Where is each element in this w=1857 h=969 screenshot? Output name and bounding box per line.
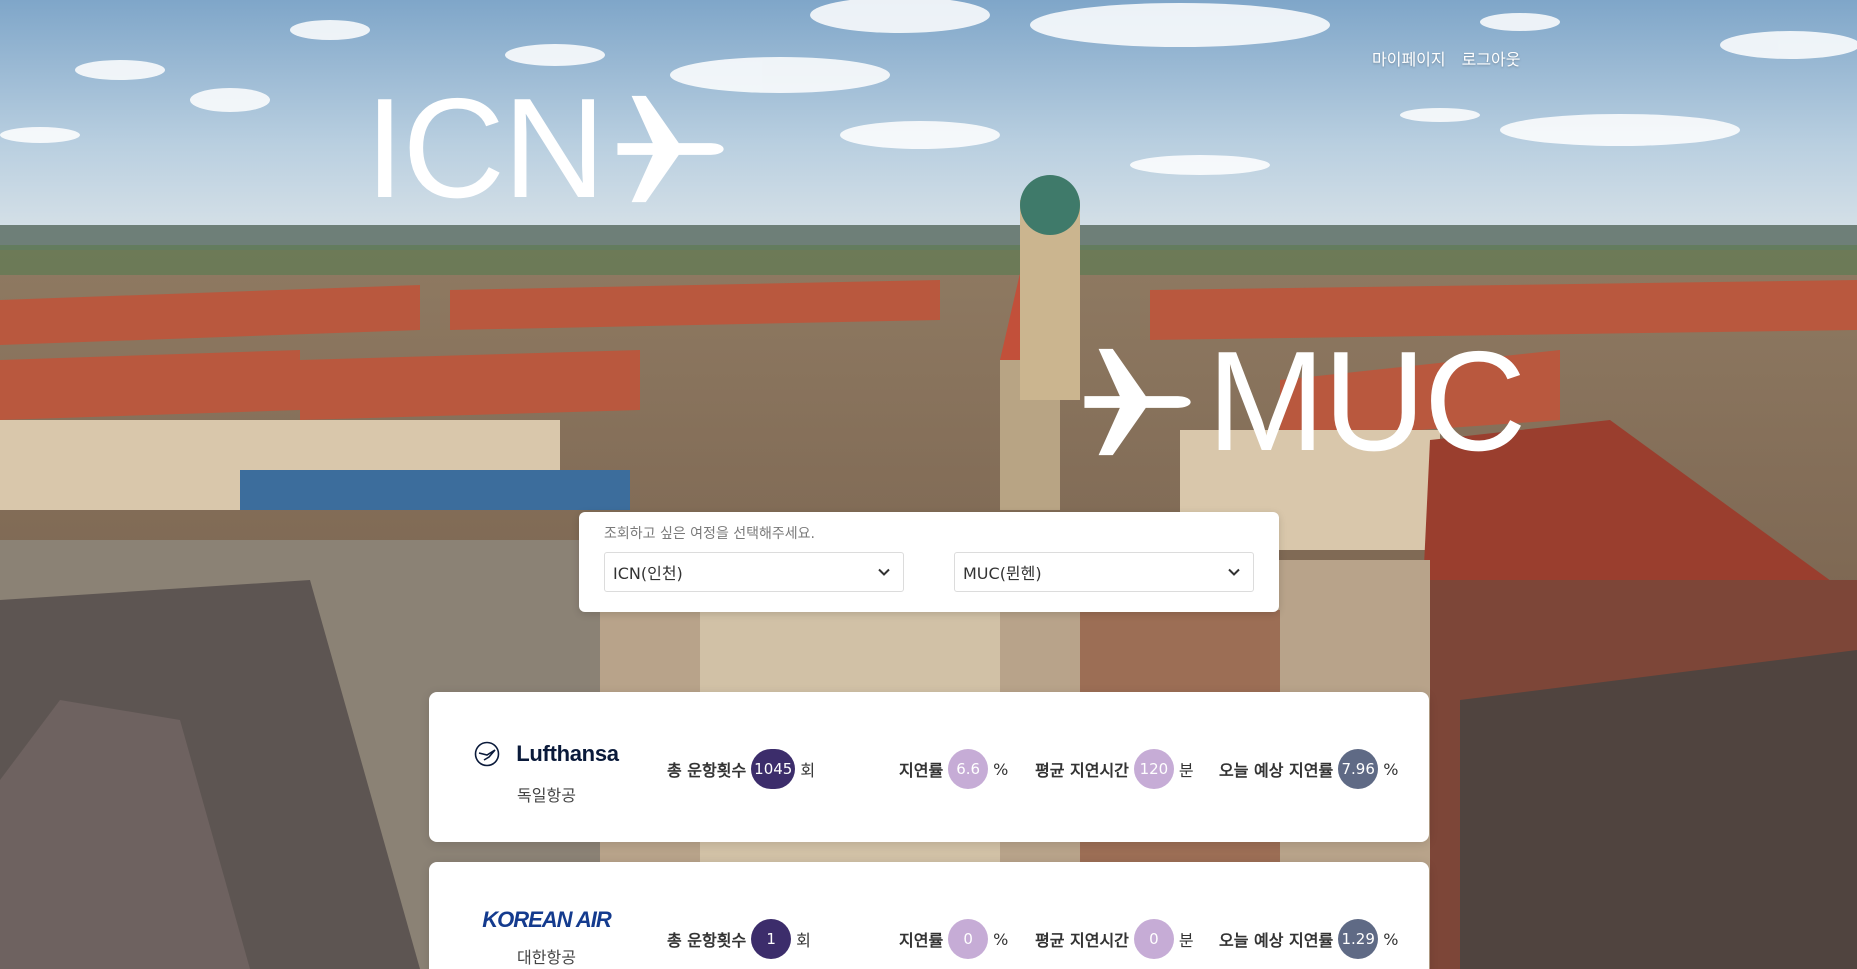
stat-unit: % bbox=[993, 759, 1009, 779]
airline-card-lufthansa[interactable]: Lufthansa 독일항공 총 운항횟수 1045 회 지연률 6.6 % 평… bbox=[429, 692, 1429, 842]
select-hint: 조회하고 싶은 여정을 선택해주세요. bbox=[604, 526, 815, 542]
crane-icon bbox=[474, 741, 500, 767]
stat-delay-rate: 지연률 0 % bbox=[899, 919, 1008, 959]
departure-select[interactable]: ICN(인천) bbox=[604, 552, 904, 592]
total-flights-badge: 1 bbox=[751, 919, 792, 959]
airline-card-korean-air[interactable]: KOREAN AIR 대한항공 총 운항횟수 1 회 지연률 0 % 평균 지연… bbox=[429, 862, 1429, 969]
stat-avg-delay: 평균 지연시간 120 분 bbox=[1035, 749, 1194, 789]
airline-logo: Lufthansa bbox=[469, 734, 624, 774]
destination-code: MUC bbox=[1207, 322, 1526, 481]
route-select-panel: 조회하고 싶은 여정을 선택해주세요. ICN(인천) MUC(뮌헨) bbox=[579, 512, 1279, 612]
stat-unit: 분 bbox=[1178, 931, 1194, 950]
today-rate-badge: 7.96 bbox=[1338, 749, 1379, 789]
stat-label: 평균 지연시간 bbox=[1035, 931, 1129, 950]
logout-link[interactable]: 로그아웃 bbox=[1462, 46, 1521, 70]
total-flights-badge: 1045 bbox=[751, 749, 796, 789]
airline-name: 독일항공 bbox=[517, 786, 576, 805]
chevron-down-icon bbox=[1228, 568, 1240, 576]
chevron-down-icon bbox=[878, 568, 890, 576]
origin-code: ICN bbox=[365, 69, 606, 228]
stat-total-flights: 총 운항횟수 1045 회 bbox=[667, 749, 815, 789]
stat-delay-rate: 지연률 6.6 % bbox=[899, 749, 1008, 789]
airline-name: 대한항공 bbox=[517, 948, 576, 967]
top-nav: 마이페이지 로그아웃 bbox=[1372, 46, 1521, 70]
stat-today-rate: 오늘 예상 지연률 1.29 % bbox=[1219, 919, 1398, 959]
stat-today-rate: 오늘 예상 지연률 7.96 % bbox=[1219, 749, 1398, 789]
stat-unit: 분 bbox=[1178, 761, 1194, 780]
stat-unit: % bbox=[1383, 759, 1399, 779]
mypage-link[interactable]: 마이페이지 bbox=[1372, 46, 1446, 70]
avg-delay-badge: 120 bbox=[1133, 749, 1174, 789]
stat-label: 지연률 bbox=[899, 931, 944, 950]
delay-rate-badge: 0 bbox=[948, 919, 989, 959]
today-rate-badge: 1.29 bbox=[1338, 919, 1379, 959]
arrival-select[interactable]: MUC(뮌헨) bbox=[954, 552, 1254, 592]
stat-label: 평균 지연시간 bbox=[1035, 761, 1129, 780]
airline-info: KOREAN AIR 대한항공 bbox=[469, 862, 624, 968]
arrival-value: MUC(뮌헨) bbox=[963, 564, 1042, 583]
stat-unit: 회 bbox=[796, 931, 811, 950]
delay-rate-badge: 6.6 bbox=[948, 749, 989, 789]
airplane-icon bbox=[1084, 348, 1191, 456]
stat-label: 지연률 bbox=[899, 761, 944, 780]
stat-total-flights: 총 운항횟수 1 회 bbox=[667, 919, 811, 959]
stat-label: 오늘 예상 지연률 bbox=[1219, 931, 1334, 950]
airline-logo: KOREAN AIR bbox=[469, 900, 624, 940]
airplane-icon bbox=[617, 95, 724, 203]
airline-info: Lufthansa 독일항공 bbox=[469, 692, 624, 806]
airline-logo-text: Lufthansa bbox=[516, 741, 619, 766]
stat-unit: 회 bbox=[800, 761, 816, 780]
stat-label: 총 운항횟수 bbox=[667, 761, 747, 780]
stat-avg-delay: 평균 지연시간 0 분 bbox=[1035, 919, 1194, 959]
airline-logo-text: KOREAN AIR bbox=[482, 907, 612, 932]
avg-delay-badge: 0 bbox=[1133, 919, 1174, 959]
route-destination: MUC bbox=[1075, 322, 1526, 481]
stat-label: 총 운항횟수 bbox=[667, 931, 747, 950]
departure-value: ICN(인천) bbox=[613, 564, 683, 583]
route-origin: ICN bbox=[365, 78, 730, 220]
stat-unit: % bbox=[993, 929, 1009, 949]
stat-label: 오늘 예상 지연률 bbox=[1219, 761, 1334, 780]
stat-unit: % bbox=[1383, 929, 1399, 949]
select-row: ICN(인천) MUC(뮌헨) bbox=[604, 552, 1254, 592]
